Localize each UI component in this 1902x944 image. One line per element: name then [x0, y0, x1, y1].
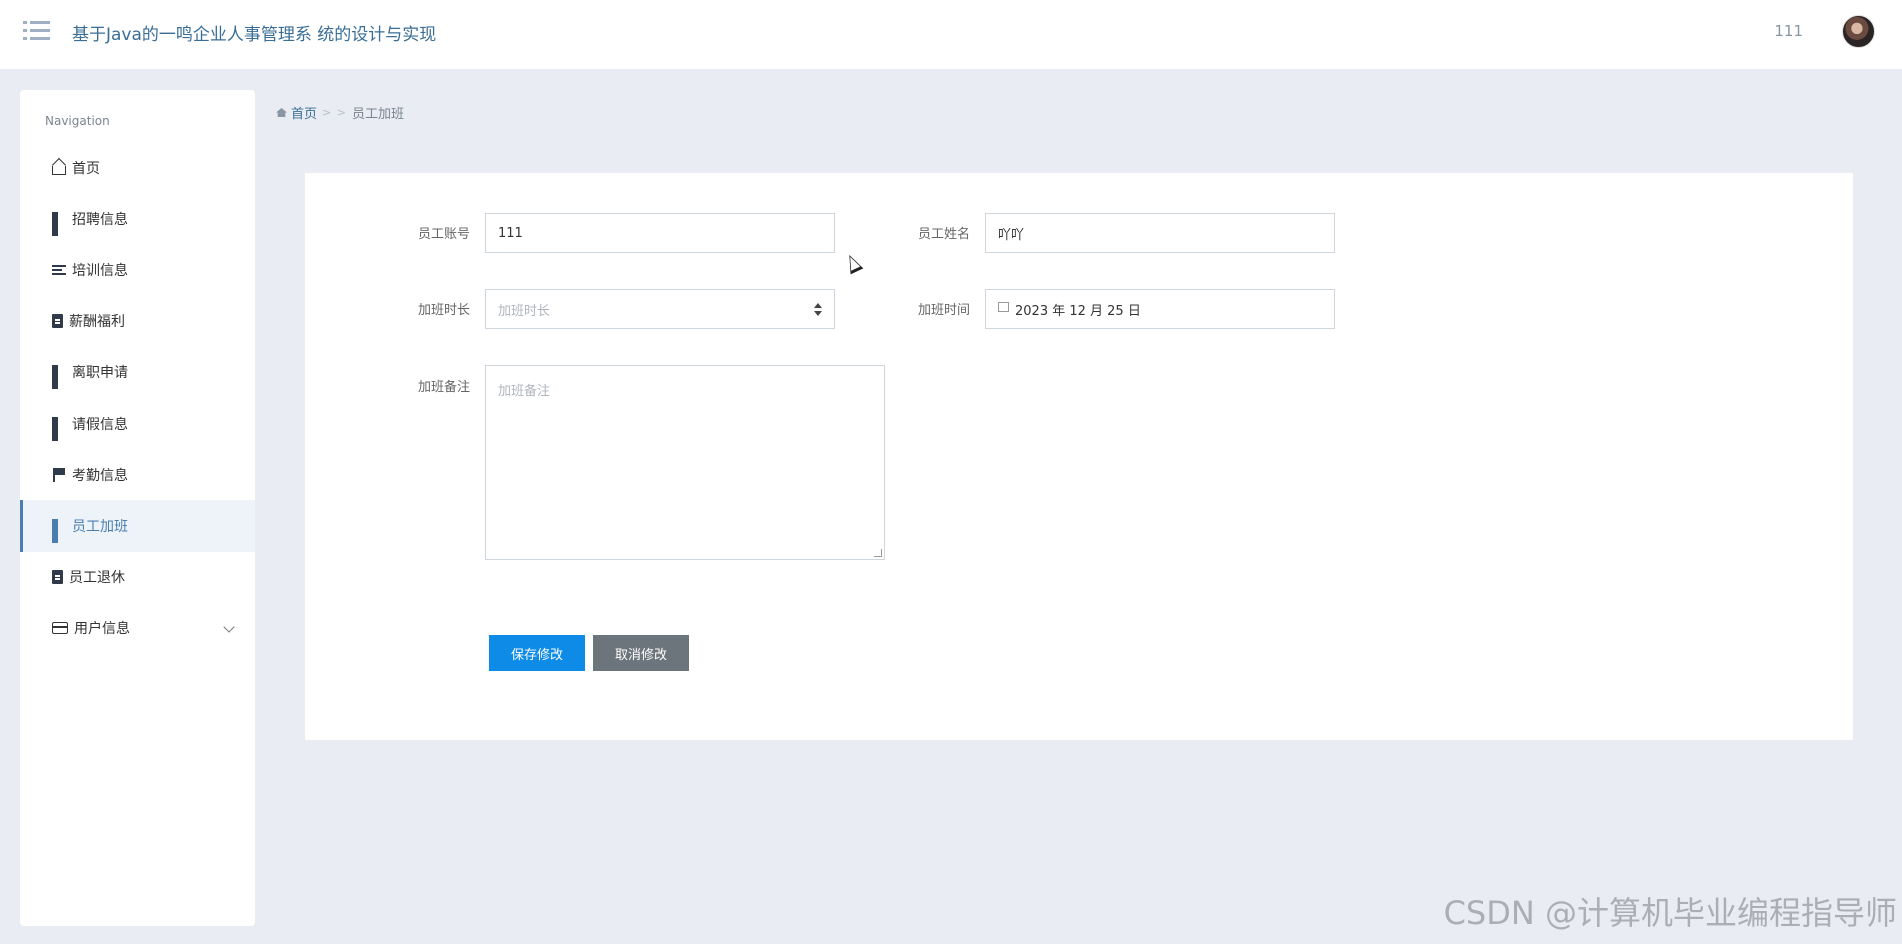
list-icon — [52, 263, 66, 277]
app-title: 基于Java的一鸣企业人事管理系 统的设计与实现 — [72, 25, 437, 45]
nav-list: 首页 招聘信息 培训信息 薪酬福利 离职申请 请假信息 考勤信息 员工加班 员工… — [20, 142, 255, 654]
sidebar-item-label: 薪酬福利 — [69, 314, 125, 331]
sidebar-item-label: 首页 — [72, 160, 100, 177]
time-label: 加班时间 — [918, 303, 971, 318]
home-icon — [52, 165, 66, 175]
account-value: 111 — [498, 225, 523, 241]
remark-textarea[interactable]: 加班备注 — [485, 365, 885, 560]
flag-icon — [52, 467, 66, 482]
sidebar-item-label: 员工加班 — [72, 518, 128, 535]
grid-icon — [52, 211, 66, 236]
sidebar-item-leave[interactable]: 请假信息 — [20, 398, 255, 449]
sidebar-item-home[interactable]: 首页 — [20, 142, 255, 193]
remark-placeholder: 加班备注 — [498, 384, 551, 399]
menu-toggle-icon[interactable] — [23, 20, 51, 42]
watermark: CSDN @计算机毕业编程指导师 — [1443, 894, 1897, 932]
number-spinner-icon[interactable] — [814, 303, 822, 316]
duration-label: 加班时长 — [418, 303, 471, 318]
remark-label: 加班备注 — [418, 380, 471, 395]
account-input[interactable]: 111 — [485, 213, 835, 253]
breadcrumb: 首页 > > 员工加班 — [276, 103, 404, 122]
sidebar-item-label: 用户信息 — [74, 621, 130, 638]
sidebar-item-retirement[interactable]: 员工退休 — [20, 552, 255, 603]
chevron-down-icon — [223, 621, 235, 633]
clipboard-x-icon — [52, 570, 63, 585]
home-icon — [276, 108, 287, 117]
sidebar-item-overtime[interactable]: 员工加班 — [20, 500, 255, 552]
save-button[interactable]: 保存修改 — [489, 635, 585, 671]
sidebar-item-label: 请假信息 — [72, 416, 128, 433]
sidebar-item-salary[interactable]: 薪酬福利 — [20, 296, 255, 347]
breadcrumb-current: 员工加班 — [351, 107, 404, 122]
sidebar-item-label: 招聘信息 — [72, 211, 128, 228]
name-label: 员工姓名 — [918, 227, 971, 242]
account-label: 员工账号 — [418, 227, 471, 242]
card-icon — [52, 622, 68, 635]
cancel-button[interactable]: 取消修改 — [593, 635, 689, 671]
sidebar: Navigation 首页 招聘信息 培训信息 薪酬福利 离职申请 请假信息 考… — [20, 90, 255, 926]
date-input[interactable]: 2023 年 12 月 25 日 — [985, 289, 1335, 329]
avatar[interactable] — [1842, 15, 1875, 48]
sidebar-item-label: 考勤信息 — [72, 467, 128, 484]
duration-placeholder: 加班时长 — [498, 303, 551, 319]
duration-input[interactable]: 加班时长 — [485, 289, 835, 329]
user-name[interactable]: 111 — [1774, 22, 1803, 40]
grid-icon — [52, 365, 66, 390]
sidebar-item-training[interactable]: 培训信息 — [20, 244, 255, 295]
breadcrumb-home-link[interactable]: 首页 — [291, 103, 317, 122]
sidebar-item-attendance[interactable]: 考勤信息 — [20, 449, 255, 500]
form-panel: 员工账号 111 员工姓名 吖吖 加班时长 加班时长 加班时间 2023 年 1… — [305, 173, 1853, 740]
top-header: 基于Java的一鸣企业人事管理系 统的设计与实现 111 — [0, 0, 1902, 69]
sidebar-item-label: 离职申请 — [72, 365, 128, 382]
name-input[interactable]: 吖吖 — [985, 213, 1335, 253]
calendar-icon — [998, 302, 1009, 312]
sidebar-item-recruitment[interactable]: 招聘信息 — [20, 193, 255, 244]
grid-icon — [52, 518, 66, 543]
sidebar-item-user-info[interactable]: 用户信息 — [20, 603, 255, 654]
sidebar-item-label: 员工退休 — [69, 570, 125, 587]
sidebar-item-label: 培训信息 — [72, 262, 128, 279]
breadcrumb-separator: > > — [322, 106, 347, 119]
clipboard-icon — [52, 314, 63, 329]
resize-handle-icon[interactable] — [874, 549, 882, 557]
nav-heading: Navigation — [45, 114, 110, 128]
date-value: 2023 年 12 月 25 日 — [1015, 303, 1141, 319]
sidebar-item-resignation[interactable]: 离职申请 — [20, 347, 255, 398]
grid-icon — [52, 416, 66, 441]
name-value: 吖吖 — [998, 227, 1025, 243]
